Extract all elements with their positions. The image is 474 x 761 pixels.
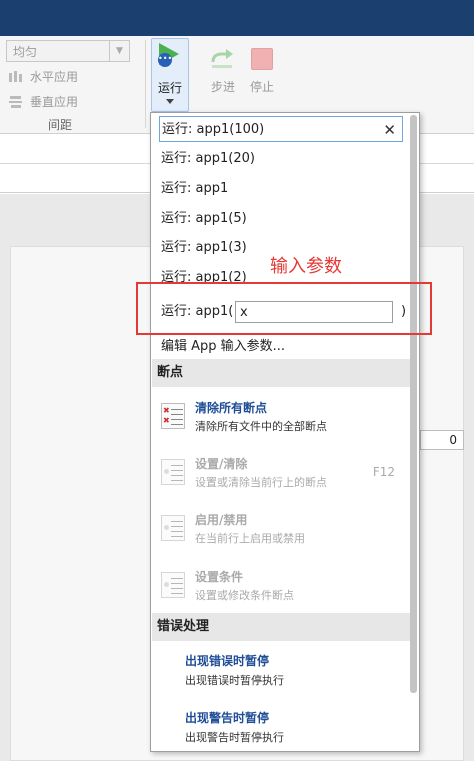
shortcut-label: F12 xyxy=(372,465,395,479)
menu-item-desc: 设置或清除当前行上的断点 xyxy=(195,476,327,489)
step-button[interactable]: 步进 xyxy=(202,44,244,104)
menu-item-desc: 出现警告时暂停执行 xyxy=(185,731,284,744)
menu-item-title: 设置/清除 xyxy=(195,457,248,471)
run-history-item[interactable]: 运行: app1(100) ✕ xyxy=(159,116,403,142)
vertical-apply-button[interactable]: 垂直应用 xyxy=(8,93,78,110)
clear-breakpoints-icon: ✖ ✖ xyxy=(161,403,185,429)
pause-on-errors-item[interactable]: 出现错误时暂停 出现错误时暂停执行 xyxy=(185,652,405,692)
vertical-apply-label: 垂直应用 xyxy=(30,95,79,109)
set-clear-breakpoint-item[interactable]: 设置/清除 设置或清除当前行上的断点 F12 xyxy=(161,451,401,501)
spacing-group-label: 间距 xyxy=(48,118,73,132)
title-bar xyxy=(0,0,474,36)
error-handling-section-header: 错误处理 xyxy=(152,613,410,641)
breakpoint-toggle-icon xyxy=(161,515,185,541)
run-history-label: 运行: app1(100) xyxy=(162,122,265,137)
menu-item-desc: 出现错误时暂停执行 xyxy=(185,674,284,687)
step-icon xyxy=(211,49,233,68)
horizontal-apply-button[interactable]: 水平应用 xyxy=(8,68,78,85)
annotation-label: 输入参数 xyxy=(270,256,342,277)
stop-icon xyxy=(251,48,273,70)
menu-item-desc: 在当前行上启用或禁用 xyxy=(195,532,305,545)
chevron-down-icon: ▼ xyxy=(109,41,129,61)
set-condition-item[interactable]: 设置条件 设置或修改条件断点 xyxy=(161,564,401,614)
group-divider xyxy=(145,40,146,128)
numeric-field[interactable]: 0 xyxy=(420,430,464,450)
breakpoint-icon xyxy=(161,459,185,485)
menu-item-title: 出现错误时暂停 xyxy=(185,654,270,668)
stop-button[interactable]: 停止 xyxy=(244,44,280,104)
menu-item-title: 出现警告时暂停 xyxy=(185,711,270,725)
run-history-item[interactable]: 运行: app1(5) xyxy=(159,206,403,232)
run-history-label: 运行: app1(20) xyxy=(161,151,255,166)
run-dropdown-menu: 运行: app1(100) ✕ 运行: app1(20) 运行: app1 运行… xyxy=(150,112,420,752)
run-history-label: 运行: app1(3) xyxy=(161,240,247,255)
menu-item-title: 启用/禁用 xyxy=(195,513,248,527)
run-history-label: 运行: app1 xyxy=(161,181,229,196)
close-icon[interactable]: ✕ xyxy=(383,117,396,143)
pause-on-warnings-item[interactable]: 出现警告时暂停 出现警告时暂停执行 xyxy=(185,709,405,749)
breakpoints-section-header: 断点 xyxy=(152,359,410,387)
horizontal-apply-label: 水平应用 xyxy=(30,70,79,84)
menu-item-desc: 设置或修改条件断点 xyxy=(195,589,294,602)
spacing-select-value: 均匀 xyxy=(13,45,38,59)
ellipsis-badge-icon: ••• xyxy=(158,53,172,67)
conditional-breakpoint-icon xyxy=(161,572,185,598)
vertical-spacing-icon xyxy=(8,95,24,109)
edit-app-input-args[interactable]: 编辑 App 输入参数... xyxy=(161,335,285,354)
run-label: 运行 xyxy=(157,81,182,95)
menu-item-title: 清除所有断点 xyxy=(195,401,268,415)
spacing-select[interactable]: 均匀 ▼ xyxy=(6,40,130,62)
run-history-item[interactable]: 运行: app1(20) xyxy=(159,146,403,172)
run-button[interactable]: ••• 运行 xyxy=(151,38,189,112)
run-history-label: 运行: app1(5) xyxy=(161,211,247,226)
enable-disable-breakpoint-item[interactable]: 启用/禁用 在当前行上启用或禁用 xyxy=(161,507,401,557)
menu-scrollbar[interactable] xyxy=(410,115,417,693)
menu-item-desc: 清除所有文件中的全部断点 xyxy=(195,420,327,433)
stop-label: 停止 xyxy=(249,80,274,94)
clear-all-breakpoints-item[interactable]: ✖ ✖ 清除所有断点 清除所有文件中的全部断点 xyxy=(161,395,401,445)
menu-item-title: 设置条件 xyxy=(195,570,244,584)
run-history-item[interactable]: 运行: app1 xyxy=(159,176,403,202)
chevron-down-icon xyxy=(166,99,174,104)
horizontal-spacing-icon xyxy=(8,70,24,84)
step-label: 步进 xyxy=(210,80,235,94)
highlight-annotation-box xyxy=(136,282,432,335)
